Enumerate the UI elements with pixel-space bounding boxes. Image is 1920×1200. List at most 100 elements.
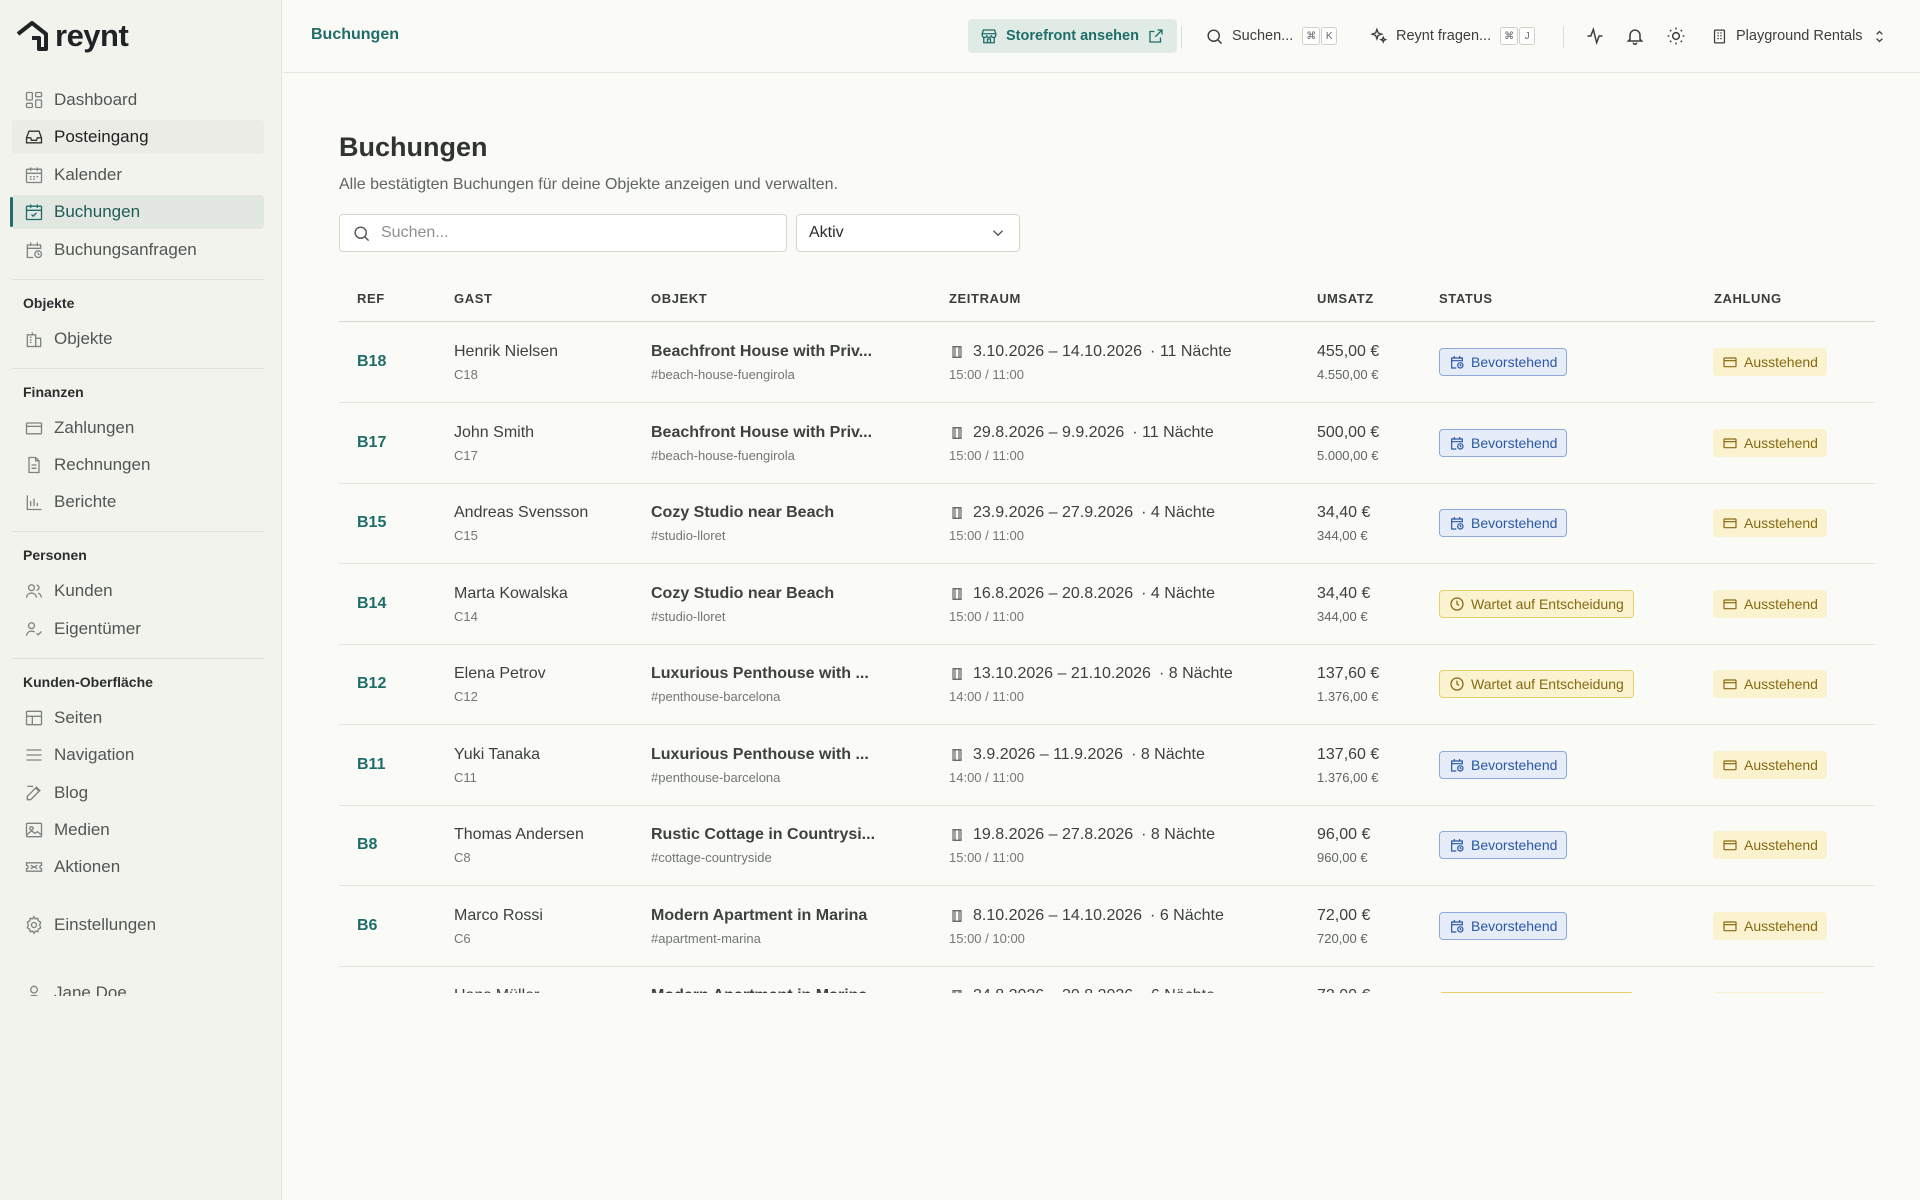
status-filter-value: Aktiv: [809, 224, 844, 241]
booking-ref-link[interactable]: B8: [357, 836, 377, 854]
clock-icon: [1450, 677, 1464, 691]
calendar-check-icon: [24, 202, 44, 222]
guest-name: Yuki Tanaka: [454, 745, 540, 763]
revenue-cell: 34,40 € 344,00 €: [1317, 504, 1370, 543]
object-slug: #cottage-countryside: [651, 850, 772, 865]
object-cell: Modern Apartment in Marina #apartment-mar…: [651, 907, 867, 946]
sidebar-item-buchungen[interactable]: Buchungen: [10, 195, 264, 230]
sidebar-item-kalender[interactable]: Kalender: [12, 158, 264, 192]
date-range: 13.10.2026 – 21.10.2026: [973, 665, 1151, 682]
sidebar-item-aktionen[interactable]: Aktionen: [12, 850, 264, 884]
table-row[interactable]: B15 Andreas Svensson C15 Cozy Studio near B…: [339, 484, 1875, 564]
sidebar-item-posteingang[interactable]: Posteingang: [12, 120, 264, 155]
sidebar-item-einstellungen[interactable]: Einstellungen: [12, 908, 264, 942]
booking-ref-link[interactable]: B12: [357, 675, 386, 693]
sidebar-item-label: Berichte: [54, 492, 117, 512]
column-status[interactable]: STATUS: [1439, 291, 1493, 306]
breadcrumb[interactable]: Buchungen: [311, 26, 399, 44]
revenue-amount: 72,00 €: [1317, 987, 1370, 993]
sidebar-item-buchungsanfragen[interactable]: Buchungsanfragen: [12, 233, 264, 267]
sidebar-item-label: Buchungen: [54, 202, 141, 222]
checkin-checkout-times: 15:00 / 11:00: [949, 528, 1024, 543]
sidebar-item-label: Kunden: [54, 581, 113, 601]
tenant-switcher[interactable]: Playground Rentals: [1711, 19, 1888, 53]
revenue-amount: 34,40 €: [1317, 504, 1371, 521]
sidebar-item-eigentumer[interactable]: Eigentümer: [12, 612, 264, 646]
activity-icon[interactable]: [1583, 24, 1607, 48]
sidebar-item-kunden[interactable]: Kunden: [12, 574, 264, 608]
sidebar-item-rechnungen[interactable]: Rechnungen: [12, 448, 264, 482]
sidebar-item-dashboard[interactable]: Dashboard: [12, 83, 264, 117]
brand-logo[interactable]: reynt: [15, 18, 129, 54]
sidebar-item-blog[interactable]: Blog: [12, 776, 264, 810]
booking-search[interactable]: [339, 214, 787, 252]
storefront-button[interactable]: Storefront ansehen: [968, 19, 1177, 53]
nights-count: · 6 Nächte: [1150, 906, 1224, 924]
booking-ref-link[interactable]: B17: [357, 434, 386, 452]
booking-ref-link[interactable]: B15: [357, 514, 386, 532]
payment-label: Ausstehend: [1744, 434, 1818, 451]
sidebar-item-berichte[interactable]: Berichte: [12, 485, 264, 519]
object-name: Modern Apartment in Marina: [651, 906, 868, 924]
column-period[interactable]: ZEITRAUM: [949, 291, 1021, 306]
search-button[interactable]: Suchen... ⌘ K: [1205, 19, 1338, 53]
guest-cell: Yuki Tanaka C11: [454, 746, 540, 785]
table-row[interactable]: B18 Henrik Nielsen C18 Beachfront House wit…: [339, 323, 1875, 403]
credit-card-icon: [1723, 679, 1737, 690]
hourglass-icon: [952, 668, 962, 680]
booking-ref-link[interactable]: B11: [357, 756, 385, 774]
guest-name: Elena Petrov: [454, 665, 546, 682]
period-cell: 24.8.2026 – 30.8.2026· 6 Nächte15:00 / 1…: [949, 987, 1215, 993]
status-badge: Bevorstehend: [1439, 348, 1568, 376]
ask-ai-button[interactable]: Reynt fragen... ⌘ J: [1369, 19, 1536, 53]
column-guest[interactable]: GAST: [454, 291, 493, 306]
sidebar-item-zahlungen[interactable]: Zahlungen: [12, 411, 264, 445]
hourglass-icon: [952, 587, 962, 600]
nights-count: · 4 Nächte: [1141, 584, 1215, 602]
status-badge: Wartet auf Entscheidung: [1439, 670, 1634, 698]
payment-label: Ausstehend: [1744, 515, 1818, 531]
object-cell: Luxurious Penthouse with ... #penthouse-b…: [651, 746, 869, 785]
total-amount: 720,00 €: [1317, 930, 1368, 946]
table-row[interactable]: B8 Thomas Andersen C8 Rustic Cottage in Cou…: [339, 806, 1875, 886]
sidebar-item-medien[interactable]: Medien: [12, 813, 264, 847]
sidebar-item-navigation[interactable]: Navigation: [12, 738, 264, 772]
credit-card-icon: [1723, 518, 1737, 529]
clock-icon: [1450, 596, 1464, 611]
column-object[interactable]: OBJEKT: [651, 291, 707, 306]
inbox-icon: [24, 127, 44, 147]
status-label: Bevorstehend: [1471, 434, 1558, 451]
object-cell: Cozy Studio near Beach #studio-lloret: [651, 504, 834, 543]
guest-cell: Marta Kowalska C14: [454, 585, 568, 624]
column-ref[interactable]: REF: [357, 291, 385, 306]
object-slug: #studio-lloret: [651, 528, 726, 543]
table-row[interactable]: B5Hans MüllerC5Modern Apartment in Marin…: [339, 967, 1875, 993]
dashboard-icon: [24, 90, 44, 110]
table-row[interactable]: B12 Elena Petrov C12 Luxurious Penthouse wi…: [339, 645, 1875, 725]
bell-icon[interactable]: [1623, 24, 1647, 48]
sun-icon[interactable]: [1664, 24, 1688, 48]
user-menu[interactable]: Jane Doe: [12, 982, 264, 996]
column-payment[interactable]: ZAHLUNG: [1714, 291, 1782, 306]
sidebar-section-title: Finanzen: [23, 383, 84, 400]
external-link-icon: [1149, 29, 1163, 43]
table-row[interactable]: B14 Marta Kowalska C14 Cozy Studio near Bea…: [339, 565, 1875, 645]
sidebar-item-objekte[interactable]: Objekte: [12, 322, 264, 356]
search-input[interactable]: [381, 224, 761, 242]
booking-ref-link[interactable]: B14: [357, 595, 386, 613]
object-name: Modern Apartment in Marina: [651, 987, 867, 993]
sidebar-item-seiten[interactable]: Seiten: [12, 701, 264, 735]
credit-card-icon: [1723, 598, 1737, 609]
sidebar-item-label: Objekte: [54, 328, 113, 348]
table-row[interactable]: B17 John Smith C17 Beachfront House with Pr…: [339, 404, 1875, 484]
table-row[interactable]: B6 Marco Rossi C6 Modern Apartment in Marin…: [339, 887, 1875, 967]
status-badge: Wartet auf Entscheidung: [1439, 589, 1634, 618]
revenue-cell: 500,00 € 5.000,00 €: [1317, 424, 1379, 463]
column-revenue[interactable]: UMSATZ: [1317, 291, 1374, 306]
payment-label: Ausstehend: [1744, 354, 1818, 370]
object-cell: Beachfront House with Priv... #beach-hous…: [651, 343, 872, 382]
table-row[interactable]: B11 Yuki Tanaka C11 Luxurious Penthouse wit…: [339, 726, 1875, 806]
status-filter-select[interactable]: Aktiv: [796, 214, 1020, 252]
booking-ref-link[interactable]: B18: [357, 353, 386, 371]
booking-ref-link[interactable]: B6: [357, 917, 377, 935]
